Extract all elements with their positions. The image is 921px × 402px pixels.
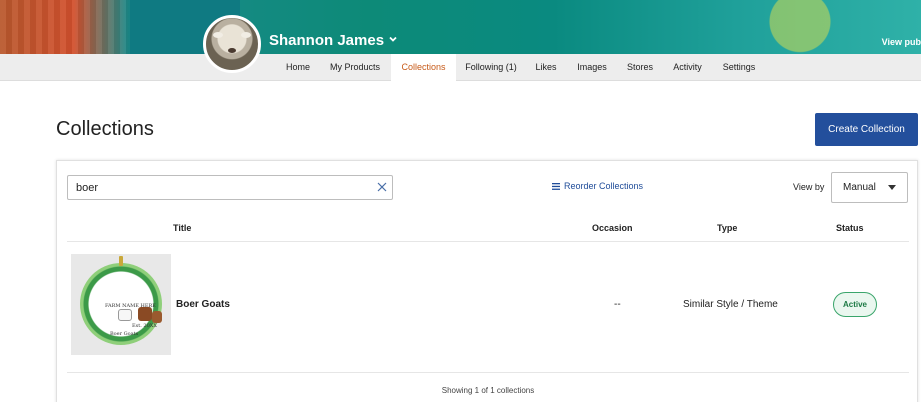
tab-my-products[interactable]: My Products — [321, 54, 389, 81]
banner-pattern-left — [0, 0, 130, 54]
footer-divider — [67, 372, 909, 373]
avatar-goat-ear-right — [241, 32, 251, 38]
tab-stores[interactable]: Stores — [619, 54, 661, 81]
collection-title[interactable]: Boer Goats — [176, 299, 230, 310]
avatar-goat-nose — [228, 48, 236, 53]
thumb-est: Est. 20XX — [132, 323, 157, 329]
view-by-value: Manual — [843, 182, 876, 193]
view-by-label: View by — [793, 182, 825, 192]
profile-user-name[interactable]: Shannon James — [269, 32, 384, 49]
search-field[interactable] — [67, 175, 393, 200]
page-title: Collections — [56, 118, 154, 140]
results-count: Showing 1 of 1 collections — [441, 386, 535, 395]
search-input[interactable] — [68, 176, 358, 199]
tab-collections[interactable]: Collections — [391, 54, 456, 82]
status-badge: Active — [833, 292, 877, 317]
caret-down-icon — [888, 185, 896, 190]
reorder-collections-link[interactable]: Reorder Collections — [552, 181, 643, 191]
ornament-image: FARM NAME HERE Est. 20XX Boer Goats — [80, 263, 162, 345]
column-header-occasion[interactable]: Occasion — [592, 223, 633, 233]
close-icon[interactable] — [376, 181, 388, 193]
thumb-caption: Boer Goats — [110, 331, 139, 337]
goat-figure-white — [118, 309, 132, 321]
tab-following[interactable]: Following (1) — [459, 54, 523, 81]
column-header-title[interactable]: Title — [173, 223, 191, 233]
view-public-link[interactable]: View pub — [882, 37, 921, 47]
tab-images[interactable]: Images — [568, 54, 616, 81]
profile-nav: Home My Products Collections Following (… — [0, 54, 921, 82]
list-icon — [552, 182, 560, 190]
header-divider — [67, 241, 909, 242]
goat-figure-brown — [138, 307, 152, 321]
collections-card: Reorder Collections View by Manual Title… — [56, 160, 918, 402]
tab-likes[interactable]: Likes — [527, 54, 565, 81]
profile-banner: View pub — [0, 0, 921, 54]
tab-home[interactable]: Home — [278, 54, 318, 81]
collection-thumbnail[interactable]: FARM NAME HERE Est. 20XX Boer Goats — [71, 254, 171, 355]
collection-type: Similar Style / Theme — [683, 299, 778, 310]
avatar-goat-ear-left — [213, 32, 223, 38]
tab-activity[interactable]: Activity — [664, 54, 711, 81]
reorder-label: Reorder Collections — [564, 181, 644, 191]
goat-figure-kid — [152, 311, 162, 323]
chevron-down-icon[interactable] — [388, 34, 398, 44]
collection-occasion: -- — [614, 299, 621, 310]
ornament-hanger — [119, 256, 123, 266]
banner-pattern-right — [680, 0, 880, 54]
tab-settings[interactable]: Settings — [714, 54, 764, 81]
column-header-status[interactable]: Status — [836, 223, 864, 233]
create-collection-button[interactable]: Create Collection — [815, 113, 918, 146]
avatar[interactable] — [203, 15, 261, 73]
column-header-type[interactable]: Type — [717, 223, 737, 233]
view-by-select[interactable]: Manual — [831, 172, 908, 203]
